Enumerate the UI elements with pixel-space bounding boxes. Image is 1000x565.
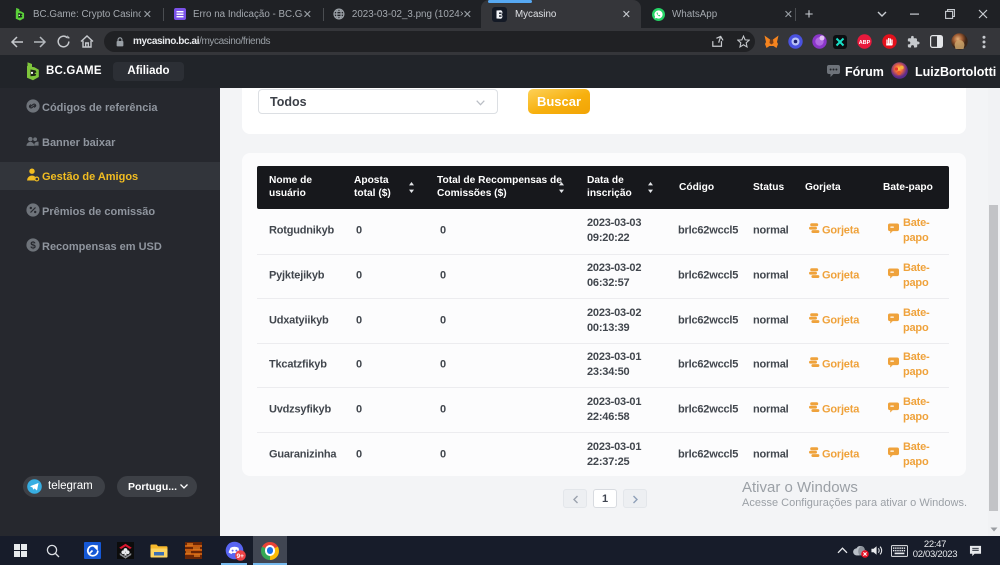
svg-text:$: $ — [30, 241, 36, 252]
svg-text:9+: 9+ — [236, 553, 244, 560]
svg-text:ABP: ABP — [858, 40, 870, 46]
